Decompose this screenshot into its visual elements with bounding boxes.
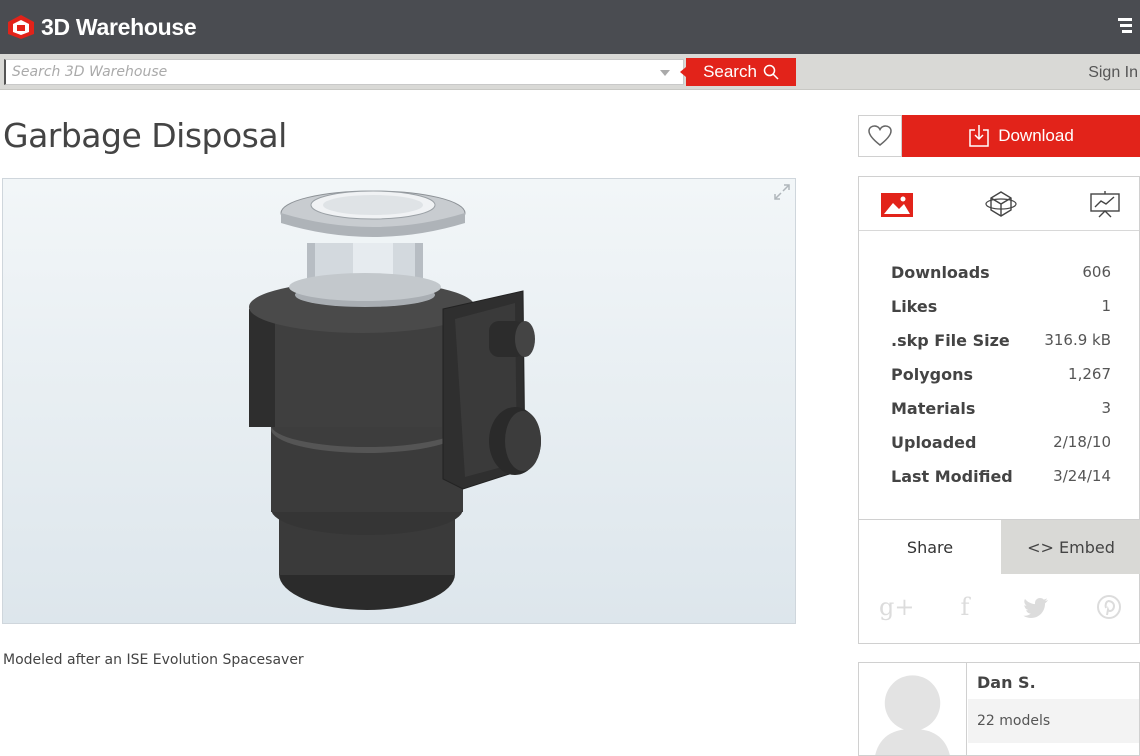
menu-icon[interactable]	[1114, 15, 1136, 37]
home-logo-link[interactable]: 3D Warehouse	[6, 12, 197, 42]
search-bar-row: Search Sign In	[0, 54, 1140, 90]
search-button[interactable]: Search	[680, 58, 796, 86]
stat-row-polygons: Polygons 1,267	[859, 359, 1139, 393]
stat-label: Materials	[891, 399, 976, 418]
top-navbar: 3D Warehouse	[0, 0, 1140, 54]
stat-value: 1	[1101, 297, 1111, 315]
search-icon	[763, 64, 779, 80]
stat-label: Last Modified	[891, 467, 1013, 486]
warehouse-logo-icon	[8, 15, 34, 39]
stat-row-last-modified: Last Modified 3/24/14	[859, 461, 1139, 495]
author-models-row: 22 models	[968, 699, 1139, 743]
stat-row-materials: Materials 3	[859, 393, 1139, 427]
brand-name: 3D Warehouse	[41, 13, 197, 40]
3d-view-icon[interactable]	[983, 189, 1019, 219]
stat-row-downloads: Downloads 606	[859, 257, 1139, 291]
stat-label: Polygons	[891, 365, 973, 384]
model-preview-image	[249, 190, 541, 610]
stat-label: Downloads	[891, 263, 990, 282]
stat-label: Uploaded	[891, 433, 977, 452]
presentation-view-icon[interactable]	[1087, 189, 1123, 219]
image-view-icon[interactable]	[879, 189, 915, 219]
author-card[interactable]: Dan S. 22 models	[858, 662, 1140, 756]
tab-share[interactable]: Share	[859, 520, 1001, 574]
stat-value: 1,267	[1068, 365, 1111, 383]
model-viewer[interactable]	[2, 178, 796, 624]
search-dropdown-caret-icon[interactable]	[660, 70, 670, 76]
pinterest-icon[interactable]	[1095, 593, 1123, 621]
view-mode-tabs	[859, 177, 1139, 231]
stat-row-uploaded: Uploaded 2/18/10	[859, 427, 1139, 461]
stat-row-likes: Likes 1	[859, 291, 1139, 325]
stat-label: Likes	[891, 297, 938, 316]
search-button-label: Search	[703, 62, 757, 81]
model-description: Modeled after an ISE Evolution Spacesave…	[3, 652, 304, 668]
model-stats-list: Downloads 606 Likes 1 .skp File Size 316…	[859, 257, 1139, 495]
stat-value: 2/18/10	[1053, 433, 1111, 451]
like-button[interactable]	[858, 115, 902, 157]
sign-in-link[interactable]: Sign In	[1088, 64, 1138, 82]
page-title: Garbage Disposal	[3, 116, 287, 155]
social-share-row: g+ f	[859, 589, 1139, 629]
download-icon	[969, 125, 989, 147]
download-button[interactable]: Download	[902, 115, 1140, 157]
fullscreen-expand-icon[interactable]	[773, 183, 791, 201]
google-plus-icon[interactable]: g+	[879, 593, 914, 621]
twitter-icon[interactable]	[1023, 593, 1051, 621]
tab-embed[interactable]: <> Embed	[1001, 520, 1140, 574]
download-label: Download	[998, 126, 1074, 145]
model-info-card: Downloads 606 Likes 1 .skp File Size 316…	[858, 176, 1140, 644]
stat-value: 3/24/14	[1053, 467, 1111, 485]
stat-label: .skp File Size	[891, 331, 1010, 350]
search-input[interactable]	[4, 59, 684, 85]
stat-row-file-size: .skp File Size 316.9 kB	[859, 325, 1139, 359]
facebook-icon[interactable]: f	[951, 593, 979, 621]
stat-value: 606	[1082, 263, 1111, 281]
share-embed-tabs: Share <> Embed	[859, 519, 1140, 574]
stat-value: 3	[1101, 399, 1111, 417]
heart-icon	[868, 125, 892, 146]
author-name[interactable]: Dan S.	[977, 673, 1036, 692]
stat-value: 316.9 kB	[1044, 331, 1111, 349]
avatar	[859, 663, 967, 755]
author-model-count[interactable]: 22 models	[977, 713, 1050, 729]
